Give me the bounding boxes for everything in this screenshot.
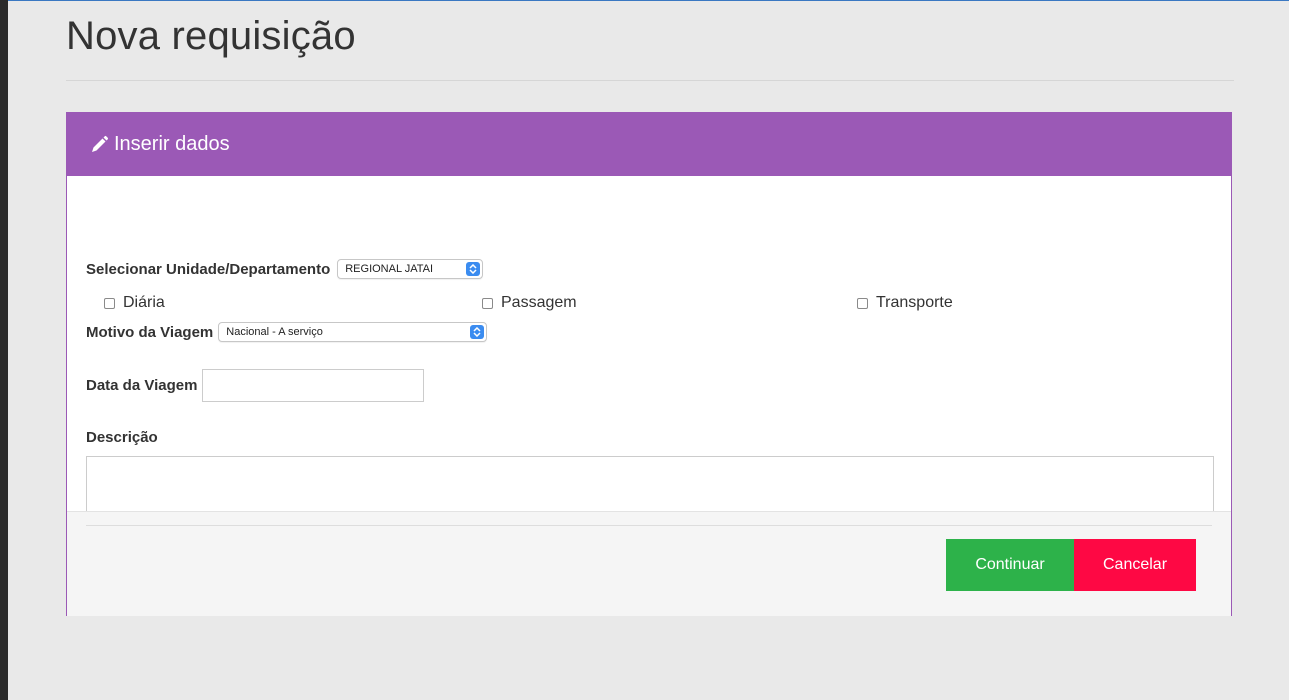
window-top-edge [8,0,1289,9]
pencil-icon [92,135,109,152]
window-left-edge [0,0,8,700]
panel-body: Selecionar Unidade/Departamento REGIONAL… [67,176,1231,535]
continue-button[interactable]: Continuar [946,539,1074,591]
checkbox-transporte[interactable]: Transporte [857,294,953,312]
page-title: Nova requisição [66,14,356,58]
date-input[interactable] [202,369,425,402]
date-label: Data da Viagem [86,377,198,394]
cancel-button[interactable]: Cancelar [1074,539,1196,591]
reason-row: Motivo da Viagem Nacional - A serviço [86,322,488,342]
select-chevron-icon [466,262,481,276]
request-type-checkboxes: Diária Passagem Transporte [67,294,1231,314]
checkbox-label: Passagem [501,294,577,311]
form-panel: Inserir dados Selecionar Unidade/Departa… [66,112,1232,616]
panel-heading-label: Inserir dados [114,133,230,155]
footer-divider [86,525,1212,526]
unit-select[interactable]: REGIONAL JATAI [337,259,484,279]
checkbox-box[interactable] [104,297,115,309]
date-row: Data da Viagem [86,369,425,402]
select-chevron-icon [470,325,485,339]
unit-row: Selecionar Unidade/Departamento REGIONAL… [86,259,484,279]
checkbox-passagem[interactable]: Passagem [482,294,577,312]
checkbox-diaria[interactable]: Diária [104,294,165,312]
checkbox-box[interactable] [857,297,868,309]
panel-heading: Inserir dados [67,113,1231,176]
description-label: Descrição [86,429,158,446]
unit-select-value: REGIONAL JATAI [345,263,434,275]
unit-label: Selecionar Unidade/Departamento [86,260,331,278]
reason-select-value: Nacional - A serviço [226,326,323,338]
checkbox-label: Diária [123,294,165,311]
reason-label: Motivo da Viagem [86,323,214,341]
reason-select[interactable]: Nacional - A serviço [218,322,488,342]
checkbox-label: Transporte [876,294,953,311]
checkbox-box[interactable] [482,297,493,309]
title-divider [66,80,1234,81]
